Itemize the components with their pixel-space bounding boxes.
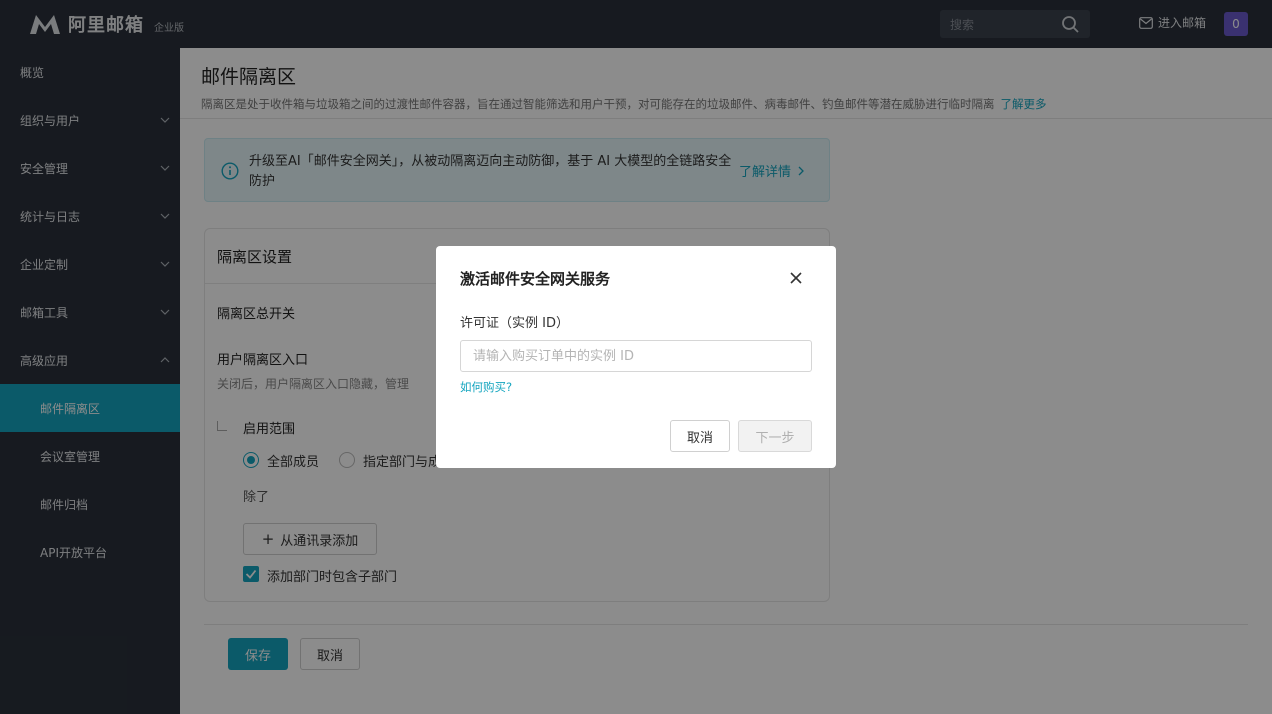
license-field-label: 许可证（实例 ID） bbox=[460, 316, 569, 331]
close-icon[interactable] bbox=[788, 270, 804, 286]
modal-cancel-button[interactable]: 取消 bbox=[670, 420, 730, 452]
next-step-button[interactable]: 下一步 bbox=[738, 420, 812, 452]
modal-title: 激活邮件安全网关服务 bbox=[460, 270, 611, 288]
instance-id-input[interactable] bbox=[460, 340, 812, 372]
how-to-buy-link[interactable]: 如何购买? bbox=[460, 379, 512, 395]
activate-gateway-modal: 激活邮件安全网关服务 许可证（实例 ID） 如何购买? 取消 下一步 bbox=[436, 246, 836, 468]
